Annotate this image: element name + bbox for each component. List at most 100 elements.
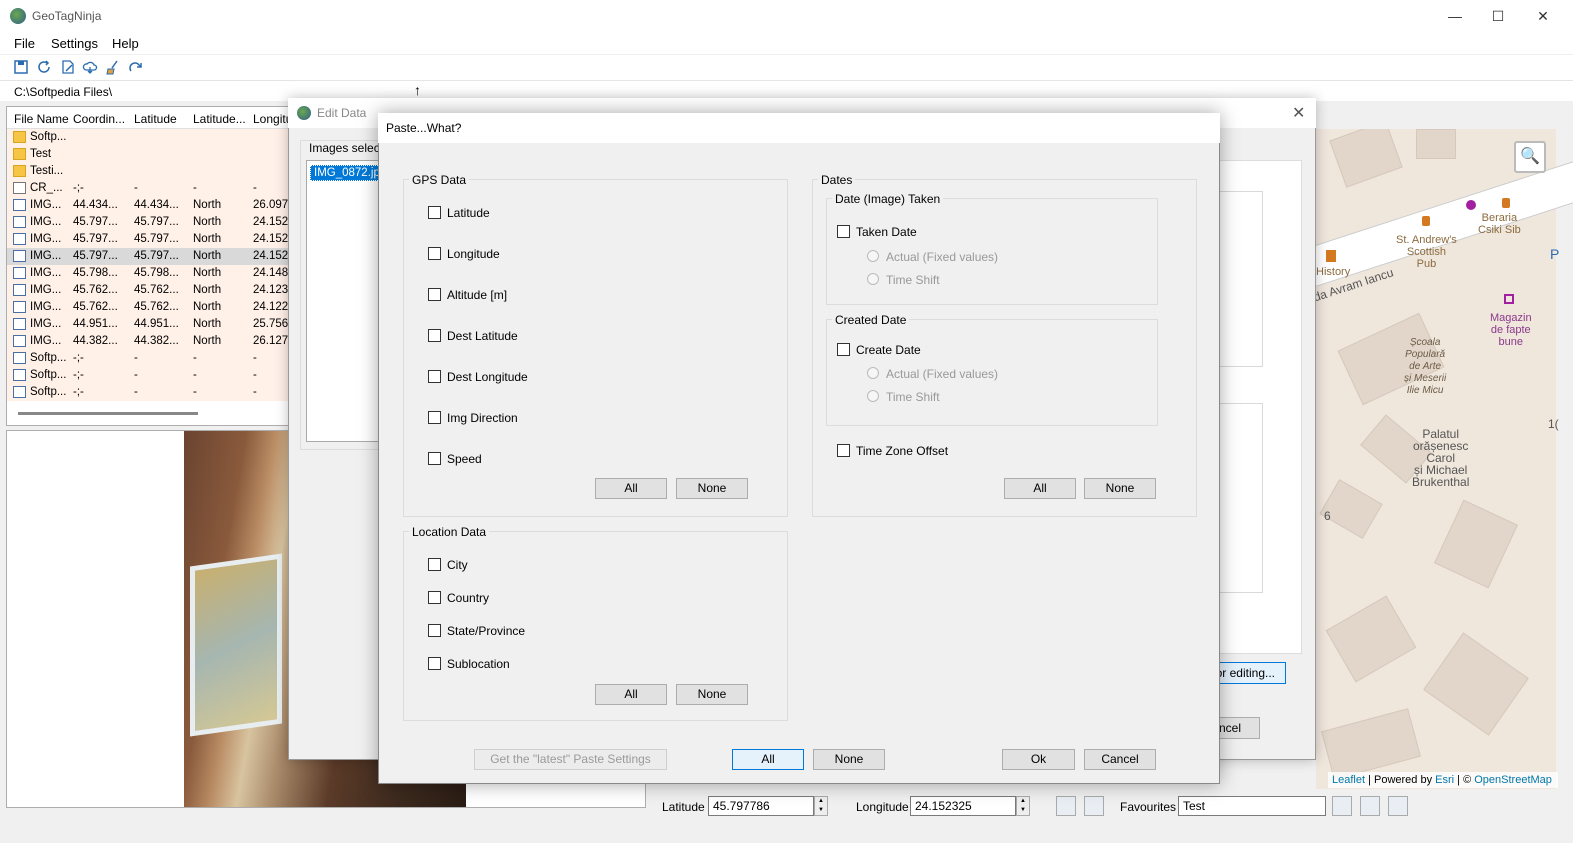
favourites-select[interactable]: Test: [1178, 796, 1326, 816]
gift-shop-icon[interactable]: [1504, 294, 1514, 304]
all-button[interactable]: All: [732, 749, 804, 770]
esri-link[interactable]: Esri: [1435, 774, 1454, 786]
map-to-coords-icon[interactable]: [1056, 796, 1076, 816]
file-list-row[interactable]: Softp... -;- - - -: [7, 384, 295, 401]
get-latest-paste-settings-button[interactable]: Get the "latest" Paste Settings: [474, 749, 667, 770]
gps-all-button[interactable]: All: [595, 478, 667, 499]
close-button[interactable]: ✕: [1520, 0, 1566, 32]
map-poi-palatul[interactable]: Palatul orășenesc Carol și Michael Bruke…: [1412, 428, 1469, 488]
map-poi-magazin[interactable]: Magazin de fapte bune: [1490, 312, 1532, 348]
file-list[interactable]: File Name Coordin... Latitude Latitude..…: [6, 106, 296, 426]
location-checkbox-country[interactable]: [428, 591, 441, 604]
gps-checkbox-speed[interactable]: [428, 452, 441, 465]
file-list-row[interactable]: Test: [7, 146, 295, 163]
shop-icon[interactable]: [1466, 200, 1476, 210]
latitude-input[interactable]: 45.797786: [708, 796, 814, 816]
location-checkbox-sublocation[interactable]: [428, 657, 441, 670]
location-checkbox-city[interactable]: [428, 558, 441, 571]
file-list-scrollbar[interactable]: [18, 412, 198, 415]
favourite-edit-icon[interactable]: [1388, 796, 1408, 816]
file-list-row[interactable]: Softp... -;- - - -: [7, 367, 295, 384]
map-poi-beraria[interactable]: Beraria Csiki Sib: [1478, 212, 1521, 236]
cloud-download-icon[interactable]: [81, 59, 99, 77]
ok-button[interactable]: Ok: [1002, 749, 1075, 770]
none-button[interactable]: None: [813, 749, 885, 770]
column-latitude-ref[interactable]: Latitude...: [193, 112, 246, 126]
file-list-row[interactable]: IMG... 44.951... 44.951... North 25.756: [7, 316, 295, 333]
file-lat-cell: -: [134, 352, 138, 364]
dates-all-button[interactable]: All: [1004, 478, 1076, 499]
file-list-row[interactable]: IMG... 45.798... 45.798... North 24.148: [7, 265, 295, 282]
gps-checkbox-latitude[interactable]: [428, 206, 441, 219]
map-poi-scoala[interactable]: Școala Populară de Arte și Meserii Ilie …: [1404, 337, 1446, 397]
gps-checkbox-longitude[interactable]: [428, 247, 441, 260]
create-date-checkbox[interactable]: [837, 343, 850, 356]
file-list-row[interactable]: IMG... 45.762... 45.762... North 24.123: [7, 282, 295, 299]
gps-checkbox-dest-longitude[interactable]: [428, 370, 441, 383]
longitude-spinner[interactable]: ▲ ▼: [1016, 796, 1030, 816]
map-search-icon[interactable]: 🔍: [1514, 141, 1546, 173]
menu-settings[interactable]: Settings: [51, 36, 98, 51]
taken-timeshift-radio[interactable]: [867, 273, 879, 285]
folder-path-input[interactable]: C:\Softpedia Files\: [14, 85, 112, 99]
taken-date-checkbox[interactable]: [837, 225, 850, 238]
edit-data-icon[interactable]: [59, 59, 77, 77]
created-actual-radio[interactable]: [867, 367, 879, 379]
beer-icon[interactable]: [1502, 198, 1510, 208]
cancel-button[interactable]: Cancel: [1084, 749, 1156, 770]
file-list-row[interactable]: CR_... -;- - - -: [7, 180, 295, 197]
time-zone-offset-checkbox[interactable]: [837, 444, 850, 457]
column-longitude[interactable]: Longitu: [253, 112, 292, 126]
show-image-icon[interactable]: [1084, 796, 1104, 816]
location-all-button[interactable]: All: [595, 684, 667, 705]
edit-data-close-icon[interactable]: ✕: [1292, 103, 1305, 123]
redo-arrow-icon[interactable]: [127, 59, 145, 77]
restaurant-icon[interactable]: [1326, 250, 1336, 262]
file-list-row[interactable]: IMG... 44.382... 44.382... North 26.127: [7, 333, 295, 350]
latitude-spinner[interactable]: ▲ ▼: [814, 796, 828, 816]
gps-checkbox-img-direction[interactable]: [428, 411, 441, 424]
gps-checkbox-dest-latitude[interactable]: [428, 329, 441, 342]
leaflet-link[interactable]: Leaflet: [1332, 774, 1365, 786]
file-list-row[interactable]: Softp...: [7, 129, 295, 146]
file-list-row[interactable]: IMG... 45.797... 45.797... North 24.152: [7, 231, 295, 248]
column-latitude[interactable]: Latitude: [134, 112, 177, 126]
file-list-row[interactable]: IMG... 45.797... 45.797... North 24.152: [7, 248, 295, 265]
file-list-row[interactable]: Testi...: [7, 163, 295, 180]
file-list-row[interactable]: IMG... 45.762... 45.762... North 24.122: [7, 299, 295, 316]
taken-actual-radio[interactable]: [867, 250, 879, 262]
location-none-button[interactable]: None: [676, 684, 748, 705]
created-timeshift-radio[interactable]: [867, 390, 879, 402]
map-poi-history[interactable]: History: [1316, 266, 1350, 278]
menu-help[interactable]: Help: [112, 36, 139, 51]
maximize-button[interactable]: ☐: [1475, 0, 1521, 32]
selected-images-list[interactable]: [306, 160, 386, 442]
column-coordinates[interactable]: Coordin...: [73, 112, 125, 126]
file-list-row[interactable]: Softp... -;- - - -: [7, 350, 295, 367]
location-checkbox-state-province[interactable]: [428, 624, 441, 637]
file-list-row[interactable]: IMG... 45.797... 45.797... North 24.152: [7, 214, 295, 231]
minimize-button[interactable]: —: [1432, 0, 1478, 32]
file-lat-cell: -: [134, 369, 138, 381]
up-folder-icon[interactable]: ↑: [414, 82, 421, 98]
menu-file[interactable]: File: [14, 36, 35, 51]
map-poi-st-andrews[interactable]: St. Andrew's Scottish Pub: [1396, 234, 1457, 270]
column-file-name[interactable]: File Name: [14, 112, 69, 126]
favourite-save-icon[interactable]: [1332, 796, 1352, 816]
gps-checkbox-label: Img Direction: [447, 411, 518, 425]
selected-image-item[interactable]: IMG_0872.jpg: [310, 165, 380, 181]
file-lat-cell: 45.762...: [134, 301, 179, 313]
file-coord-cell: 44.951...: [73, 318, 118, 330]
gps-checkbox-altitude-m[interactable]: [428, 288, 441, 301]
gps-none-button[interactable]: None: [676, 478, 748, 499]
refresh-icon[interactable]: [35, 59, 53, 77]
save-icon[interactable]: [12, 59, 30, 77]
longitude-input[interactable]: 24.152325: [910, 796, 1016, 816]
file-list-row[interactable]: IMG... 44.434... 44.434... North 26.097: [7, 197, 295, 214]
file-name-cell: IMG...: [30, 301, 62, 313]
clear-broom-icon[interactable]: [104, 59, 122, 77]
openstreetmap-link[interactable]: OpenStreetMap: [1474, 774, 1552, 786]
favourite-load-icon[interactable]: [1360, 796, 1380, 816]
dates-none-button[interactable]: None: [1084, 478, 1156, 499]
beer-icon[interactable]: [1422, 216, 1430, 226]
